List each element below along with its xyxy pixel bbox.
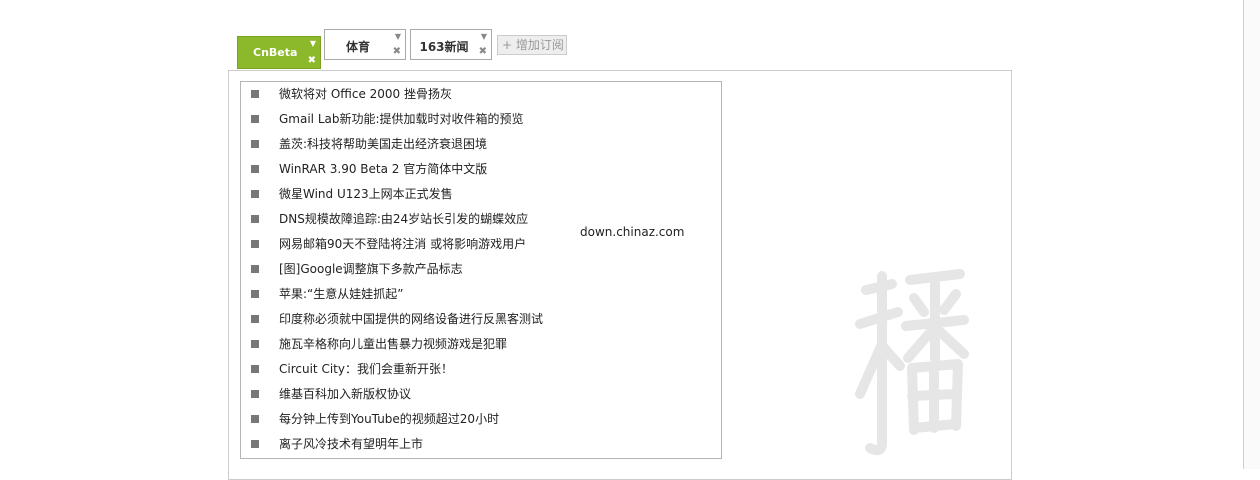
plus-icon: +: [502, 38, 513, 52]
tab-close-icon[interactable]: ✖: [479, 47, 487, 57]
bullet-icon: [251, 440, 259, 448]
news-item[interactable]: [图]Google调整旗下多款产品标志: [241, 257, 721, 282]
news-title[interactable]: 微软将对 Office 2000 挫骨扬灰: [279, 87, 452, 101]
news-title[interactable]: 微星Wind U123上网本正式发售: [279, 187, 453, 201]
news-item[interactable]: Gmail Lab新功能:提供加载时对收件箱的预览: [241, 107, 721, 132]
news-list: 微软将对 Office 2000 挫骨扬灰 Gmail Lab新功能:提供加载时…: [241, 82, 721, 457]
news-title[interactable]: WinRAR 3.90 Beta 2 官方简体中文版: [279, 162, 487, 176]
bullet-icon: [251, 315, 259, 323]
decorative-glyph-icon: [855, 269, 969, 456]
news-item[interactable]: Circuit City：我们会重新开张！: [241, 357, 721, 382]
news-item[interactable]: 施瓦辛格称向儿童出售暴力视频游戏是犯罪: [241, 332, 721, 357]
tab-163-news[interactable]: 163新闻 ▼ ✖: [410, 29, 492, 60]
news-item[interactable]: WinRAR 3.90 Beta 2 官方简体中文版: [241, 157, 721, 182]
news-item[interactable]: 苹果:“生意从娃娃抓起”: [241, 282, 721, 307]
bullet-icon: [251, 140, 259, 148]
news-item[interactable]: 微星Wind U123上网本正式发售: [241, 182, 721, 207]
add-subscription-button[interactable]: + 增加订阅: [497, 35, 567, 55]
bullet-icon: [251, 240, 259, 248]
bullet-icon: [251, 265, 259, 273]
tab-menu-arrow-icon[interactable]: ▼: [395, 32, 401, 42]
bullet-icon: [251, 290, 259, 298]
bullet-icon: [251, 415, 259, 423]
tab-close-icon[interactable]: ✖: [308, 56, 316, 66]
tab-menu-arrow-icon[interactable]: ▼: [310, 39, 316, 49]
bullet-icon: [251, 340, 259, 348]
bullet-icon: [251, 115, 259, 123]
tab-cnbeta[interactable]: CnBeta ▼ ✖: [237, 36, 321, 69]
news-item[interactable]: 离子风冷技术有望明年上市: [241, 432, 721, 457]
vertical-scrollbar[interactable]: [1244, 0, 1260, 469]
bullet-icon: [251, 390, 259, 398]
watermark-text: down.chinaz.com: [580, 225, 685, 239]
bullet-icon: [251, 190, 259, 198]
bullet-icon: [251, 215, 259, 223]
tab-close-icon[interactable]: ✖: [393, 47, 401, 57]
news-title[interactable]: 网易邮箱90天不登陆将注消 或将影响游戏用户: [279, 237, 526, 251]
tab-menu-arrow-icon[interactable]: ▼: [481, 32, 487, 42]
tab-sports[interactable]: 体育 ▼ ✖: [324, 29, 406, 60]
news-title[interactable]: 苹果:“生意从娃娃抓起”: [279, 287, 403, 301]
news-item[interactable]: 微软将对 Office 2000 挫骨扬灰: [241, 82, 721, 107]
bullet-icon: [251, 365, 259, 373]
news-title[interactable]: 盖茨:科技将帮助美国走出经济衰退困境: [279, 137, 487, 151]
news-title[interactable]: DNS规模故障追踪:由24岁站长引发的蝴蝶效应: [279, 212, 528, 226]
news-box: 微软将对 Office 2000 挫骨扬灰 Gmail Lab新功能:提供加载时…: [240, 81, 722, 459]
add-subscription-label: 增加订阅: [515, 38, 564, 52]
tab-label: CnBeta: [253, 46, 298, 59]
news-item[interactable]: 盖茨:科技将帮助美国走出经济衰退困境: [241, 132, 721, 157]
news-title[interactable]: [图]Google调整旗下多款产品标志: [279, 262, 463, 276]
news-title[interactable]: 施瓦辛格称向儿童出售暴力视频游戏是犯罪: [279, 337, 507, 351]
bullet-icon: [251, 165, 259, 173]
tab-label: 体育: [345, 40, 370, 54]
news-title[interactable]: 离子风冷技术有望明年上市: [279, 437, 423, 451]
news-title[interactable]: 每分钟上传到YouTube的视频超过20小时: [279, 412, 499, 426]
news-title[interactable]: Gmail Lab新功能:提供加载时对收件箱的预览: [279, 112, 524, 126]
news-item[interactable]: 维基百科加入新版权协议: [241, 382, 721, 407]
news-item[interactable]: 印度称必须就中国提供的网络设备进行反黑客测试: [241, 307, 721, 332]
news-title[interactable]: 印度称必须就中国提供的网络设备进行反黑客测试: [279, 312, 543, 326]
news-item[interactable]: 每分钟上传到YouTube的视频超过20小时: [241, 407, 721, 432]
bullet-icon: [251, 90, 259, 98]
tab-label: 163新闻: [419, 40, 469, 54]
news-title[interactable]: 维基百科加入新版权协议: [279, 387, 411, 401]
news-title[interactable]: Circuit City：我们会重新开张！: [279, 362, 453, 376]
